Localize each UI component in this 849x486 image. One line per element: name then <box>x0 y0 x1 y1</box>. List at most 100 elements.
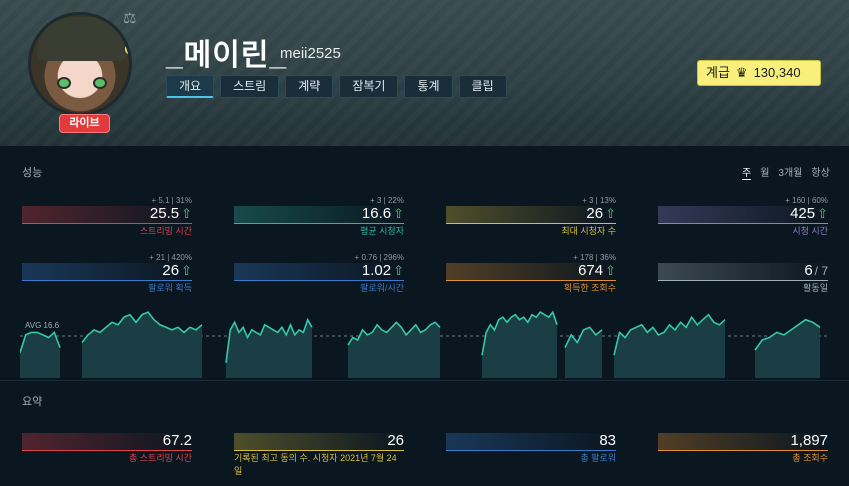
channel-id: meii2525 <box>280 45 341 62</box>
summary-stat-value-row: 1,897 <box>790 432 828 449</box>
period-tabs: 주 월 3개월 항상 <box>742 164 830 180</box>
section-divider <box>0 380 849 381</box>
performance-stat-change: + 178 | 36% <box>573 253 616 262</box>
performance-stat-value-row: 674 ⇧ <box>578 262 616 279</box>
performance-stat-value-row: 16.6 ⇧ <box>362 205 404 222</box>
performance-stat-value-row: 26 ⇧ <box>586 205 616 222</box>
trend-up-icon: ⇧ <box>393 206 404 221</box>
chart-area-segment <box>755 319 820 378</box>
viewers-chart <box>20 296 829 378</box>
tab-strategy[interactable]: 계략 <box>285 75 334 98</box>
performance-stat-change: + 0.76 | 296% <box>354 253 404 262</box>
performance-stat-value-row: 26 ⇧ <box>162 262 192 279</box>
avatar-hat <box>37 17 127 61</box>
performance-stat-bar <box>658 263 828 281</box>
performance-stat: + 21 | 420% 26 ⇧ 팔로워 획득 <box>22 253 192 293</box>
summary-stat: 67.2 총 스트리밍 시간 <box>22 423 192 463</box>
summary-stat-value: 83 <box>599 432 616 449</box>
summary-stat: 26 기록된 최고 동의 수. 시청자 2021년 7월 24일 <box>234 423 404 476</box>
summary-stat-label: 총 팔로워 <box>580 453 616 463</box>
performance-stat: + 3 | 13% 26 ⇧ 최대 시청자 수 <box>446 196 616 236</box>
performance-stat-value: 25.5 <box>149 205 180 222</box>
performance-stat-value-row: 1.02 ⇧ <box>362 262 404 279</box>
performance-stat-value: 1.02 <box>361 262 392 279</box>
performance-stat-label: 최대 시청자 수 <box>561 226 616 236</box>
period-always[interactable]: 항상 <box>811 164 829 180</box>
tab-incubation[interactable]: 잠복기 <box>339 75 399 98</box>
summary-stat-value: 67.2 <box>162 432 192 449</box>
performance-stat-label: 활동일 <box>803 283 828 293</box>
avatar-eye-left <box>57 77 71 89</box>
performance-stat-value: 425 <box>790 205 816 222</box>
performance-stat: + 5.1 | 31% 25.5 ⇧ 스트리밍 시간 <box>22 196 192 236</box>
performance-stat: + 178 | 36% 674 ⇧ 획득한 조회수 <box>446 253 616 293</box>
performance-stat-label: 시청 시간 <box>792 226 828 236</box>
summary-stat: 1,897 총 조회수 <box>658 423 828 463</box>
summary-stat-bar <box>446 433 616 451</box>
scale-icon[interactable]: ⚖ <box>123 9 136 27</box>
summary-stat-value-row: 83 <box>599 432 616 449</box>
channel-name: _메이린_ <box>166 39 288 72</box>
avatar[interactable] <box>28 12 132 116</box>
performance-stat: + 160 | 60% 425 ⇧ 시청 시간 <box>658 196 828 236</box>
performance-stat-change: + 160 | 60% <box>785 196 828 205</box>
performance-stat-label: 스트리밍 시간 <box>139 226 192 236</box>
performance-stat-change: + 3 | 13% <box>582 196 616 205</box>
summary-stat-value: 26 <box>387 432 404 449</box>
trend-up-icon: ⇧ <box>181 263 192 278</box>
chart-area-segment <box>20 332 60 378</box>
summary-stat-label: 기록된 최고 동의 수. 시청자 2021년 7월 24일 <box>234 453 397 476</box>
performance-stat-value: 16.6 <box>361 205 392 222</box>
performance-stat-value-row: 25.5 ⇧ <box>150 205 192 222</box>
trend-up-icon: ⇧ <box>605 206 616 221</box>
period-3months[interactable]: 3개월 <box>778 164 802 180</box>
tab-overview[interactable]: 개요 <box>166 75 215 98</box>
tab-clips[interactable]: 클립 <box>458 75 507 98</box>
summary-stat-value-row: 26 <box>387 432 404 449</box>
channel-tabs: 개요 스트림 계략 잠복기 통계 클립 <box>166 75 507 98</box>
performance-stat-label: 팔로워/시간 <box>360 283 404 293</box>
trend-up-icon: ⇧ <box>393 263 404 278</box>
performance-stat-label: 팔로워 획득 <box>148 283 192 293</box>
performance-stat-value-suffix: / 7 <box>814 264 828 278</box>
performance-stat: + 0.76 | 296% 1.02 ⇧ 팔로워/시간 <box>234 253 404 293</box>
performance-stat: 6/ 7 활동일 <box>658 253 828 293</box>
performance-title: 성능 <box>22 167 43 179</box>
period-week[interactable]: 주 <box>742 164 752 180</box>
performance-stat-value-row: 425 ⇧ <box>790 205 828 222</box>
summary-stat-value-row: 67.2 <box>163 432 192 449</box>
live-badge[interactable]: 라이브 <box>59 114 110 133</box>
summary-stat: 83 총 팔로워 <box>446 423 616 463</box>
summary-stat-value: 1,897 <box>790 432 828 449</box>
performance-stat-change: + 3 | 22% <box>370 196 404 205</box>
rank-value: 130,340 <box>753 65 801 80</box>
performance-stat-value: 26 <box>586 205 604 222</box>
trend-up-icon: ⇧ <box>817 206 828 221</box>
performance-stat-change: + 5.1 | 31% <box>151 196 192 205</box>
trend-up-icon: ⇧ <box>605 263 616 278</box>
trend-up-icon: ⇧ <box>181 206 192 221</box>
performance-stat: + 3 | 22% 16.6 ⇧ 평균 시청자 <box>234 196 404 236</box>
avatar-eye-right <box>93 77 107 89</box>
performance-stat-value: 674 <box>578 262 604 279</box>
period-month[interactable]: 월 <box>760 164 769 180</box>
rank-label: 계급 <box>706 65 730 80</box>
summary-stat-label: 총 스트리밍 시간 <box>129 453 192 463</box>
performance-stat-value: 6 <box>804 262 813 279</box>
summary-stat-bar <box>234 433 404 451</box>
performance-stat-value-row: 6/ 7 <box>804 262 828 279</box>
performance-stat-value: 26 <box>162 262 180 279</box>
tab-streams[interactable]: 스트림 <box>220 75 280 98</box>
performance-stat-label: 평균 시청자 <box>360 226 404 236</box>
crown-icon: ♛ <box>735 65 748 80</box>
summary-stat-label: 총 조회수 <box>792 453 828 463</box>
rank-badge[interactable]: 계급 ♛ 130,340 <box>697 60 821 86</box>
viewers-chart-svg <box>20 310 829 378</box>
tab-stats[interactable]: 통계 <box>404 75 453 98</box>
summary-title: 요약 <box>22 396 43 408</box>
chart-area-segment <box>226 319 312 378</box>
performance-stat-change: + 21 | 420% <box>149 253 192 262</box>
chart-area-segment <box>82 312 202 378</box>
chart-area-segment <box>482 312 557 378</box>
performance-stat-label: 획득한 조회수 <box>563 283 616 293</box>
